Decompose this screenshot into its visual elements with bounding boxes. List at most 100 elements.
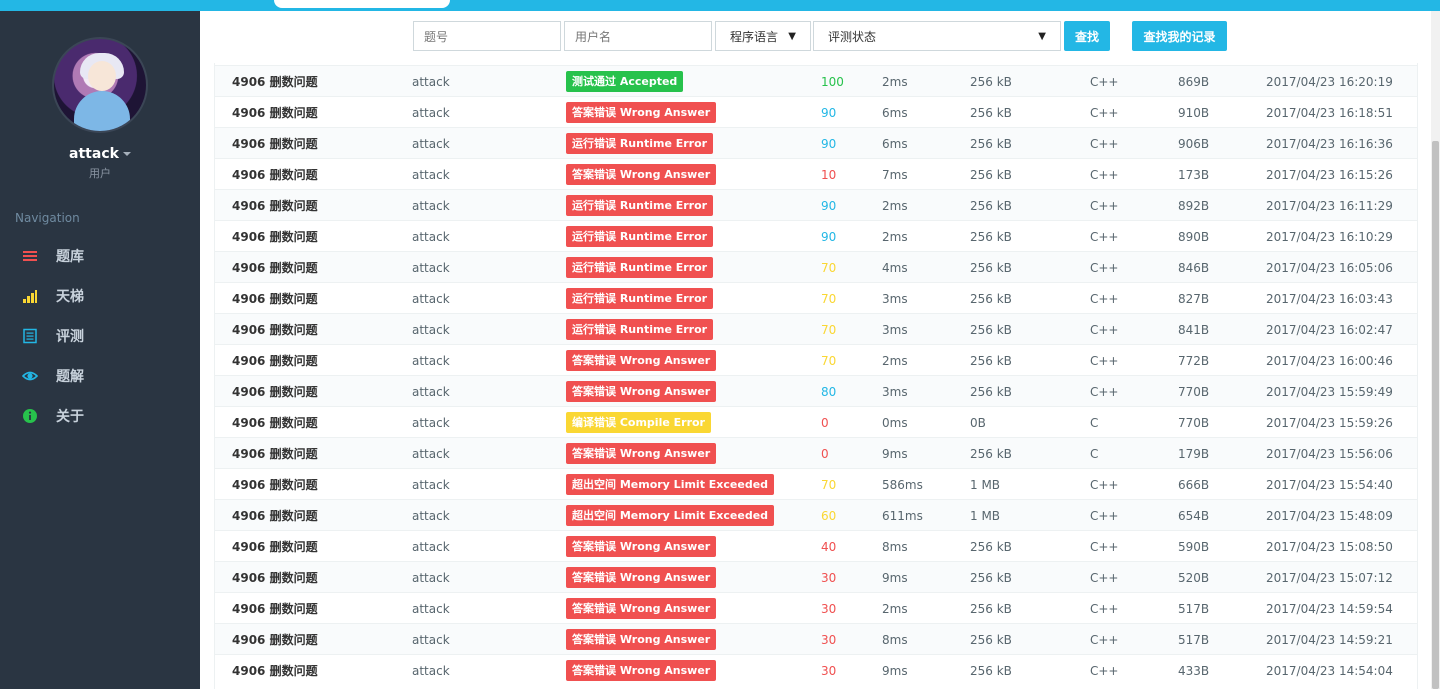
problem-link[interactable]: 4906 删数问题 xyxy=(232,631,318,648)
table-row[interactable]: 4906 删数问题 attack 答案错误 Wrong Answer 40 8ms 256… xyxy=(215,530,1417,561)
user-link[interactable]: attack xyxy=(412,354,450,368)
problem-link[interactable]: 4906 删数问题 xyxy=(232,476,318,493)
table-row[interactable]: 4906 删数问题 attack 运行错误 Runtime Error 70 3ms 25… xyxy=(215,313,1417,344)
user-link[interactable]: attack xyxy=(412,292,450,306)
sidebar-item-ladder[interactable]: 天梯 xyxy=(0,276,200,316)
user-link[interactable]: attack xyxy=(412,323,450,337)
code-length-value[interactable]: 892B xyxy=(1178,199,1209,213)
status-badge[interactable]: 运行错误 Runtime Error xyxy=(566,133,714,154)
user-link[interactable]: attack xyxy=(412,230,450,244)
table-row[interactable]: 4906 删数问题 attack 答案错误 Wrong Answer 30 8ms 256… xyxy=(215,623,1417,654)
sidebar-item-solutions[interactable]: 题解 xyxy=(0,356,200,396)
problem-link[interactable]: 4906 删数问题 xyxy=(232,73,318,90)
code-length-value[interactable]: 869B xyxy=(1178,75,1209,89)
code-length-value[interactable]: 520B xyxy=(1178,571,1209,585)
status-badge[interactable]: 答案错误 Wrong Answer xyxy=(566,660,717,681)
status-badge[interactable]: 运行错误 Runtime Error xyxy=(566,195,714,216)
table-row[interactable]: 4906 删数问题 attack 答案错误 Wrong Answer 0 9ms 256 … xyxy=(215,437,1417,468)
code-length-value[interactable]: 772B xyxy=(1178,354,1209,368)
sidebar-item-problems[interactable]: 题库 xyxy=(0,236,200,276)
problem-link[interactable]: 4906 删数问题 xyxy=(232,352,318,369)
user-link[interactable]: attack xyxy=(412,571,450,585)
problem-link[interactable]: 4906 删数问题 xyxy=(232,383,318,400)
my-records-button[interactable]: 查找我的记录 xyxy=(1132,21,1227,51)
user-link[interactable]: attack xyxy=(412,540,450,554)
header-search-pill[interactable] xyxy=(274,0,450,8)
problem-link[interactable]: 4906 删数问题 xyxy=(232,197,318,214)
table-row[interactable]: 4906 删数问题 attack 答案错误 Wrong Answer 10 7ms 256… xyxy=(215,158,1417,189)
user-link[interactable]: attack xyxy=(412,509,450,523)
problem-link[interactable]: 4906 删数问题 xyxy=(232,414,318,431)
sidebar-item-judge[interactable]: 评测 xyxy=(0,316,200,356)
problem-link[interactable]: 4906 删数问题 xyxy=(232,104,318,121)
problem-link[interactable]: 4906 删数问题 xyxy=(232,228,318,245)
problem-link[interactable]: 4906 删数问题 xyxy=(232,290,318,307)
table-row[interactable]: 4906 删数问题 attack 答案错误 Wrong Answer 30 2ms 256… xyxy=(215,592,1417,623)
code-length-value[interactable]: 433B xyxy=(1178,664,1209,678)
user-link[interactable]: attack xyxy=(412,75,450,89)
table-row[interactable]: 4906 删数问题 attack 答案错误 Wrong Answer 90 6ms 256… xyxy=(215,96,1417,127)
table-row[interactable]: 4906 删数问题 attack 运行错误 Runtime Error 70 4ms 25… xyxy=(215,251,1417,282)
status-badge[interactable]: 答案错误 Wrong Answer xyxy=(566,102,717,123)
status-badge[interactable]: 运行错误 Runtime Error xyxy=(566,288,714,309)
user-link[interactable]: attack xyxy=(412,385,450,399)
table-row[interactable]: 4906 删数问题 attack 超出空间 Memory Limit Exceede… xyxy=(215,499,1417,530)
status-badge[interactable]: 答案错误 Wrong Answer xyxy=(566,443,717,464)
user-link[interactable]: attack xyxy=(412,633,450,647)
table-row[interactable]: 4906 删数问题 attack 运行错误 Runtime Error 90 6ms 25… xyxy=(215,127,1417,158)
table-row[interactable]: 4906 删数问题 attack 运行错误 Runtime Error 90 2ms 25… xyxy=(215,189,1417,220)
table-row[interactable]: 4906 删数问题 attack 运行错误 Runtime Error 90 2ms 25… xyxy=(215,220,1417,251)
user-link[interactable]: attack xyxy=(412,602,450,616)
user-link[interactable]: attack xyxy=(412,261,450,275)
code-length-value[interactable]: 846B xyxy=(1178,261,1209,275)
code-length-value[interactable]: 770B xyxy=(1178,416,1209,430)
status-badge[interactable]: 答案错误 Wrong Answer xyxy=(566,629,717,650)
status-badge[interactable]: 编译错误 Compile Error xyxy=(566,412,711,433)
status-badge[interactable]: 答案错误 Wrong Answer xyxy=(566,350,717,371)
status-badge[interactable]: 答案错误 Wrong Answer xyxy=(566,567,717,588)
user-menu-toggle[interactable]: attack xyxy=(0,143,200,162)
problem-link[interactable]: 4906 删数问题 xyxy=(232,135,318,152)
user-link[interactable]: attack xyxy=(412,478,450,492)
table-row[interactable]: 4906 删数问题 attack 运行错误 Runtime Error 70 3ms 25… xyxy=(215,282,1417,313)
user-link[interactable]: attack xyxy=(412,199,450,213)
status-badge[interactable]: 答案错误 Wrong Answer xyxy=(566,164,717,185)
problem-link[interactable]: 4906 删数问题 xyxy=(232,445,318,462)
code-length-value[interactable]: 179B xyxy=(1178,447,1209,461)
problem-link[interactable]: 4906 删数问题 xyxy=(232,321,318,338)
code-length-value[interactable]: 906B xyxy=(1178,137,1209,151)
code-length-value[interactable]: 517B xyxy=(1178,633,1209,647)
table-row[interactable]: 4906 删数问题 attack 测试通过 Accepted 100 2ms 256 kB… xyxy=(215,65,1417,96)
table-row[interactable]: 4906 删数问题 attack 答案错误 Wrong Answer 30 9ms 256… xyxy=(215,561,1417,592)
code-length-value[interactable]: 841B xyxy=(1178,323,1209,337)
code-length-value[interactable]: 654B xyxy=(1178,509,1209,523)
code-length-value[interactable]: 910B xyxy=(1178,106,1209,120)
problem-link[interactable]: 4906 删数问题 xyxy=(232,259,318,276)
table-row[interactable]: 4906 删数问题 attack 超出空间 Memory Limit Exceede… xyxy=(215,468,1417,499)
status-badge[interactable]: 超出空间 Memory Limit Exceeded xyxy=(566,505,775,526)
table-row[interactable]: 4906 删数问题 attack 答案错误 Wrong Answer 80 3ms 256… xyxy=(215,375,1417,406)
table-row[interactable]: 4906 删数问题 attack 答案错误 Wrong Answer 70 2ms 256… xyxy=(215,344,1417,375)
table-row[interactable]: 4906 删数问题 attack 答案错误 Wrong Answer 30 9ms 256… xyxy=(215,654,1417,685)
problem-link[interactable]: 4906 删数问题 xyxy=(232,507,318,524)
problem-link[interactable]: 4906 删数问题 xyxy=(232,166,318,183)
status-badge[interactable]: 答案错误 Wrong Answer xyxy=(566,598,717,619)
code-length-value[interactable]: 890B xyxy=(1178,230,1209,244)
status-badge[interactable]: 运行错误 Runtime Error xyxy=(566,226,714,247)
sidebar-item-about[interactable]: 关于 xyxy=(0,396,200,436)
language-select[interactable]: 程序语言 ▼ xyxy=(715,21,811,51)
problem-link[interactable]: 4906 删数问题 xyxy=(232,569,318,586)
search-button[interactable]: 查找 xyxy=(1064,21,1110,51)
code-length-value[interactable]: 517B xyxy=(1178,602,1209,616)
problem-link[interactable]: 4906 删数问题 xyxy=(232,538,318,555)
scrollbar[interactable] xyxy=(1431,11,1440,689)
status-badge[interactable]: 测试通过 Accepted xyxy=(566,71,684,92)
user-link[interactable]: attack xyxy=(412,447,450,461)
problem-link[interactable]: 4906 删数问题 xyxy=(232,600,318,617)
code-length-value[interactable]: 770B xyxy=(1178,385,1209,399)
status-badge[interactable]: 运行错误 Runtime Error xyxy=(566,319,714,340)
user-link[interactable]: attack xyxy=(412,664,450,678)
avatar[interactable] xyxy=(52,37,148,133)
code-length-value[interactable]: 827B xyxy=(1178,292,1209,306)
code-length-value[interactable]: 173B xyxy=(1178,168,1209,182)
